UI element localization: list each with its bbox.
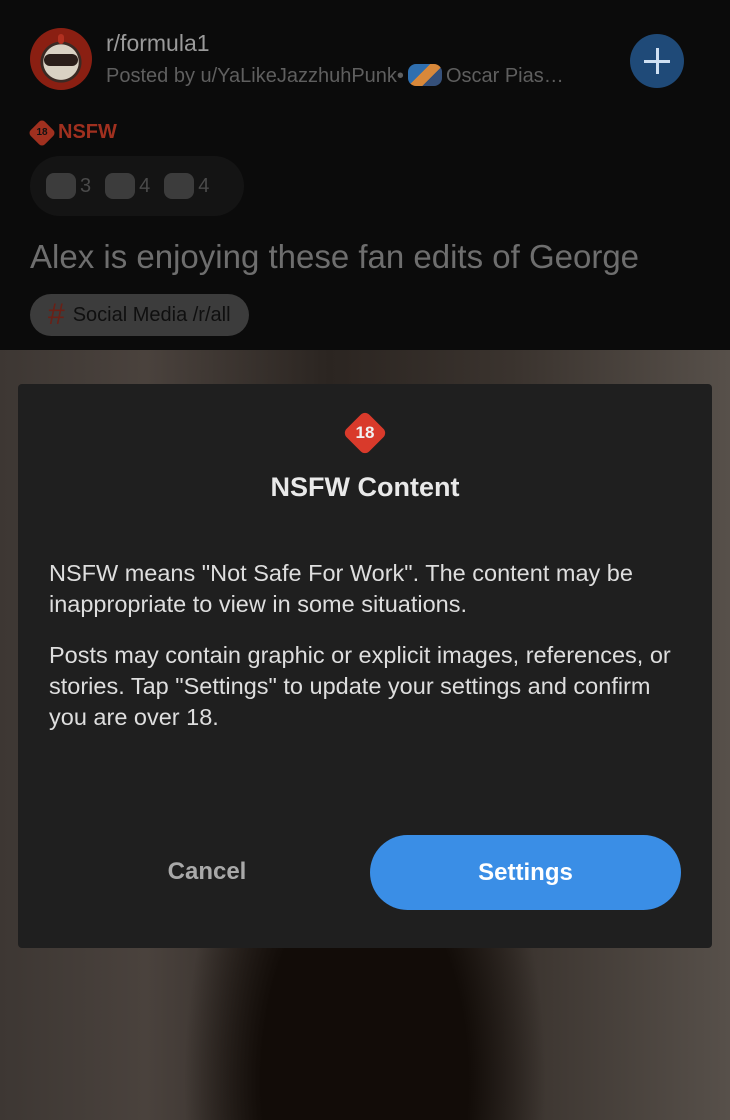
nsfw-18-icon: 18 bbox=[27, 118, 57, 147]
avatar-antenna bbox=[58, 34, 64, 44]
dialog-paragraph-1: NSFW means "Not Safe For Work". The cont… bbox=[49, 560, 633, 617]
post-title[interactable]: Alex is enjoying these fan edits of Geor… bbox=[30, 238, 639, 276]
post-flair[interactable]: # Social Media /r/all bbox=[30, 294, 249, 336]
nsfw-tag: 18 NSFW bbox=[27, 118, 117, 147]
award-count: 4 bbox=[139, 174, 151, 197]
nsfw-18-badge-text: 18 bbox=[355, 423, 375, 442]
subreddit-name[interactable]: r/formula1 bbox=[106, 30, 210, 57]
awards-bar[interactable]: 3 4 4 bbox=[30, 156, 244, 216]
award-item: 4 bbox=[105, 173, 150, 199]
award-item: 3 bbox=[46, 173, 91, 199]
join-plus-button[interactable] bbox=[630, 34, 684, 88]
nsfw-tag-label: NSFW bbox=[58, 121, 117, 143]
award-icon bbox=[105, 173, 136, 199]
posted-by-text: Posted by u/YaLikeJazzhuhPunk• bbox=[106, 65, 404, 87]
avatar-visor bbox=[44, 54, 78, 66]
posted-by-line[interactable]: Posted by u/YaLikeJazzhuhPunk• Oscar Pias… bbox=[106, 64, 626, 88]
award-item: 4 bbox=[164, 173, 209, 199]
post-flair-text: Social Media /r/all bbox=[72, 303, 231, 326]
post-header: r/formula1 Posted by u/YaLikeJazzhuhPunk… bbox=[0, 0, 730, 350]
hash-icon: # bbox=[48, 298, 65, 331]
user-flair-text: Oscar Pias… bbox=[445, 65, 564, 87]
user-flair-icon bbox=[407, 64, 442, 86]
nsfw-dialog: 18 NSFW Content NSFW means "Not Safe For… bbox=[18, 384, 712, 948]
award-count: 4 bbox=[198, 174, 210, 197]
award-icon bbox=[46, 173, 76, 199]
subreddit-avatar[interactable] bbox=[30, 28, 92, 90]
settings-button[interactable]: Settings bbox=[370, 835, 681, 910]
dialog-paragraph-2: Posts may contain graphic or explicit im… bbox=[49, 642, 671, 730]
award-icon bbox=[164, 173, 195, 199]
award-count: 3 bbox=[80, 174, 92, 197]
dialog-body: NSFW means "Not Safe For Work". The cont… bbox=[49, 558, 689, 733]
dialog-title: NSFW Content bbox=[270, 472, 460, 502]
cancel-button[interactable]: Cancel bbox=[114, 834, 300, 910]
